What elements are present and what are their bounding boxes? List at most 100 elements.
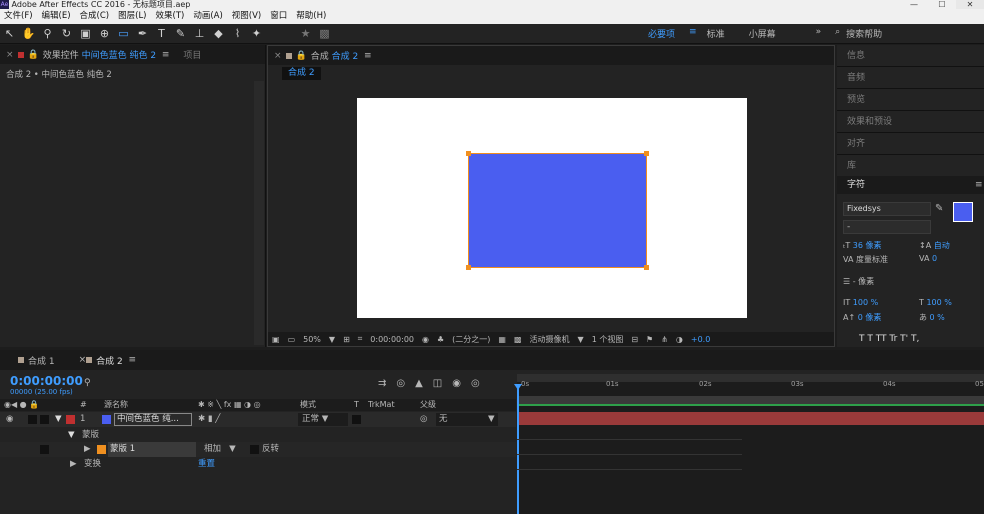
transform-row[interactable]: ▶ 变换 重置 xyxy=(0,457,516,472)
resolution-dropdown[interactable]: (二分之一) xyxy=(452,334,490,345)
search-icon[interactable]: ⌕ xyxy=(835,27,840,40)
blue-solid-layer[interactable] xyxy=(468,153,647,268)
expand-arrow-icon[interactable]: ▼ xyxy=(55,412,62,427)
mask-lock-toggle[interactable] xyxy=(40,445,49,454)
expand-arrow-icon[interactable]: ▼ xyxy=(68,428,75,443)
current-time[interactable]: 0:00:00:00 xyxy=(370,335,414,344)
timeline-switches-icon[interactable]: ⇉◎▲◫◉◎ xyxy=(378,378,490,389)
tsume-value[interactable]: 0 % xyxy=(930,313,945,322)
minimize-button[interactable]: — xyxy=(900,0,928,9)
fast-previews-icon[interactable]: ⚑ xyxy=(646,335,653,344)
panel-menu-icon[interactable]: ≡ xyxy=(975,180,983,190)
parent-pickwhip-icon[interactable]: ◎ xyxy=(420,412,427,427)
corner-handle[interactable] xyxy=(644,151,649,156)
eraser-tool-icon[interactable]: ◆ xyxy=(209,27,228,40)
region-icon[interactable]: ▣ xyxy=(272,335,280,344)
work-area-range[interactable] xyxy=(517,396,984,406)
leading-value[interactable]: 自动 xyxy=(934,241,950,250)
grid-icon[interactable]: ⌗ xyxy=(358,334,363,344)
baseline-shift-value[interactable]: 0 像素 xyxy=(858,313,882,322)
fill-color-swatch[interactable] xyxy=(953,202,973,222)
zoom-dropdown[interactable]: 50% xyxy=(303,335,321,344)
menu-window[interactable]: 窗口 xyxy=(270,9,287,24)
menu-edit[interactable]: 编辑(E) xyxy=(42,9,71,24)
workspace-menu-icon[interactable]: ≡ xyxy=(689,27,697,40)
tab-menu-icon[interactable]: ≡ xyxy=(364,51,372,61)
solo-toggle[interactable] xyxy=(40,415,49,424)
hand-tool-icon[interactable]: ✋ xyxy=(19,27,38,40)
snapping-icon[interactable]: ★ xyxy=(296,27,315,40)
text-style-buttons[interactable]: T T TT Tr T' T, xyxy=(859,334,919,344)
trkmat-toggle[interactable] xyxy=(352,415,361,424)
snap-box-icon[interactable]: ▩ xyxy=(315,27,334,40)
lock-icon[interactable]: 🔒 xyxy=(28,50,39,60)
corner-handle[interactable] xyxy=(466,151,471,156)
label-color-swatch[interactable] xyxy=(66,415,75,424)
close-tab-icon[interactable]: × xyxy=(6,50,14,60)
collapse-arrow-icon[interactable]: ▶ xyxy=(84,442,91,457)
pan-behind-tool-icon[interactable]: ⊕ xyxy=(95,27,114,40)
eyedropper-icon[interactable]: ✎ xyxy=(935,203,943,214)
monitor-icon[interactable]: ▭ xyxy=(288,335,296,344)
panel-libraries[interactable]: 库 xyxy=(837,155,984,177)
vertical-scale-field[interactable]: IT 100 % xyxy=(843,298,878,307)
camera-tool-icon[interactable]: ▣ xyxy=(76,27,95,40)
panel-preview[interactable]: 预览 xyxy=(837,89,984,111)
collapse-arrow-icon[interactable]: ▶ xyxy=(70,457,77,472)
masks-group-row[interactable]: ▼ 蒙版 xyxy=(0,428,516,443)
type-tool-icon[interactable]: T xyxy=(152,27,171,40)
panel-effects-presets[interactable]: 效果和预设 xyxy=(837,111,984,133)
menu-view[interactable]: 视图(V) xyxy=(232,9,261,24)
leading-field[interactable]: ↕A 自动 xyxy=(919,240,950,251)
layer-name-field[interactable]: 中间色蓝色 纯... xyxy=(114,413,192,426)
time-ruler-area[interactable]: 0s 01s 02s 03s 04s 05 xyxy=(514,374,984,514)
close-tab-icon[interactable]: × xyxy=(274,51,282,61)
search-help-field[interactable]: 搜索帮助 xyxy=(846,27,882,40)
playhead-handle-icon[interactable] xyxy=(514,384,522,390)
tab-effect-layer[interactable]: 中间色蓝色 纯色 2 xyxy=(82,48,156,61)
workspace-essentials[interactable]: 必要项 xyxy=(648,27,675,40)
tab-composition[interactable]: 合成 xyxy=(311,49,329,62)
panel-align[interactable]: 对齐 xyxy=(837,133,984,155)
flowchart-icon[interactable]: ⋔ xyxy=(661,335,668,344)
snapshot-icon[interactable]: ◉ xyxy=(422,335,429,344)
stroke-width-field[interactable]: ☰ - 像素 xyxy=(843,276,874,287)
tab-menu-icon[interactable]: ≡ xyxy=(128,355,136,365)
corner-handle[interactable] xyxy=(466,265,471,270)
rectangle-tool-icon[interactable]: ▭ xyxy=(114,27,133,40)
tab-comp-name[interactable]: 合成 2 xyxy=(332,49,359,62)
transparency-grid-icon[interactable]: ▩ xyxy=(514,335,522,344)
mask-mode-dropdown[interactable]: 相加 ▼ xyxy=(204,442,236,457)
tab-effect-controls[interactable]: 效果控件 xyxy=(43,48,79,61)
work-area-bar[interactable] xyxy=(517,374,984,382)
tracking-value[interactable]: 0 xyxy=(932,254,937,263)
kerning-field[interactable]: VA 度量标准 xyxy=(843,254,888,265)
corner-handle[interactable] xyxy=(644,265,649,270)
menu-animation[interactable]: 动画(A) xyxy=(193,9,222,24)
tsume-field[interactable]: あ 0 % xyxy=(919,312,945,323)
scrollbar[interactable] xyxy=(254,81,264,345)
safe-zones-icon[interactable]: ⊞ xyxy=(343,335,350,344)
tab-comp-2[interactable]: 合成 2 xyxy=(96,354,123,367)
visibility-icon[interactable]: ◉ xyxy=(6,412,13,427)
tracking-field[interactable]: VA 0 xyxy=(919,254,937,263)
exposure-icon[interactable]: ◑ xyxy=(676,335,683,344)
tab-menu-icon[interactable]: ≡ xyxy=(162,50,170,60)
close-button[interactable]: ✕ xyxy=(956,0,984,9)
mask-name[interactable]: 蒙版 1 xyxy=(108,442,196,457)
audio-toggle[interactable] xyxy=(28,415,37,424)
chevron-down-icon[interactable]: ▼ xyxy=(329,335,335,344)
layer-row[interactable]: ◉ ▼ 1 中间色蓝色 纯... ✱ ▮ ╱ 正常 ▼ ◎ 无 ▼ xyxy=(0,412,516,427)
panel-info[interactable]: 信息 xyxy=(837,45,984,67)
comp-subtab[interactable]: 合成 2 xyxy=(282,67,321,80)
invert-checkbox[interactable] xyxy=(250,445,259,454)
reset-link[interactable]: 重置 xyxy=(198,457,215,472)
mask-color-swatch[interactable] xyxy=(97,445,106,454)
font-size-field[interactable]: ₜT 36 像素 xyxy=(843,240,882,251)
menu-effect[interactable]: 效果(T) xyxy=(156,9,185,24)
menu-composition[interactable]: 合成(C) xyxy=(80,9,110,24)
workspace-more-button[interactable]: » xyxy=(816,27,822,40)
workspace-small-screen[interactable]: 小屏幕 xyxy=(749,27,776,40)
chevron-down-icon[interactable]: ▼ xyxy=(578,335,584,344)
views-dropdown[interactable]: 1 个视图 xyxy=(592,334,624,345)
